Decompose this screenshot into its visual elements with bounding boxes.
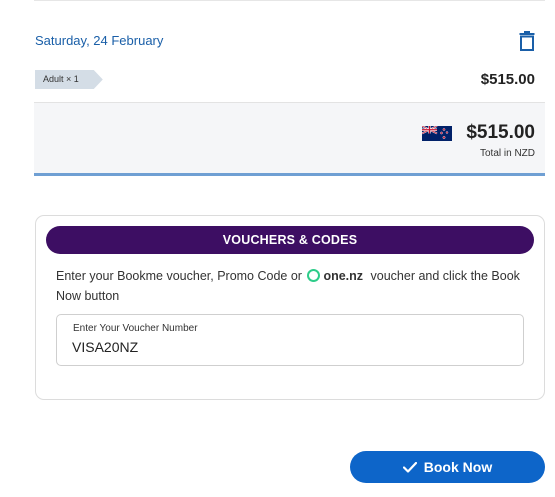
voucher-description-start: Enter your Bookme voucher, Promo Code or	[56, 269, 302, 283]
total-box: $515.00 Total in NZD	[34, 102, 545, 176]
booking-date: Saturday, 24 February	[35, 33, 164, 48]
total-currency-label: Total in NZD	[479, 148, 535, 159]
check-icon	[402, 461, 417, 473]
passenger-tag: Adult × 1	[35, 70, 103, 89]
book-now-label: Book Now	[423, 459, 493, 475]
onenz-ring-icon	[307, 269, 321, 282]
voucher-input[interactable]	[72, 339, 502, 355]
voucher-description: Enter your Bookme voucher, Promo Code or…	[56, 266, 530, 306]
line-price: $515.00	[480, 71, 535, 88]
voucher-panel: VOUCHERS & CODES Enter your Bookme vouch…	[35, 215, 545, 400]
nz-flag-icon	[422, 126, 452, 141]
book-now-button[interactable]: Book Now	[350, 451, 545, 483]
trash-icon[interactable]	[519, 31, 535, 51]
total-amount: $515.00	[466, 122, 535, 143]
voucher-field[interactable]: Enter Your Voucher Number	[56, 314, 524, 366]
booking-summary: Saturday, 24 February Adult × 1 $515.00 …	[34, 0, 545, 176]
voucher-field-label: Enter Your Voucher Number	[73, 323, 198, 334]
onenz-logo: one.nz	[307, 266, 363, 286]
onenz-logo-text: one.nz	[323, 269, 364, 283]
voucher-header: VOUCHERS & CODES	[46, 226, 534, 254]
